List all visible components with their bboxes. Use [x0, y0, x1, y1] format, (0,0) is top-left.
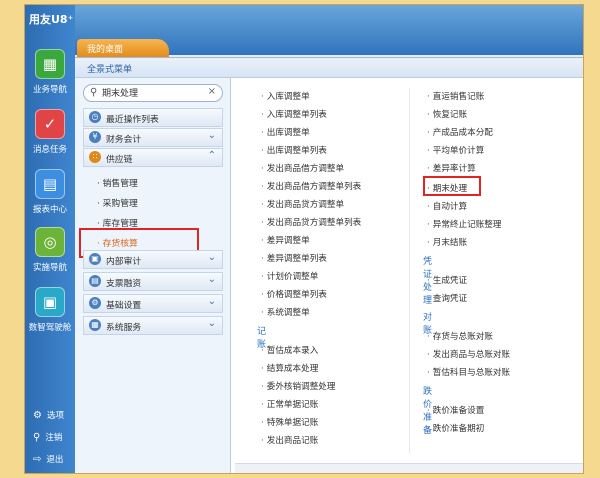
exit-link[interactable]: ⇨ 退出 [33, 453, 63, 465]
nav-label: 数智驾驶舱 [28, 323, 72, 333]
compass-icon: ◎ [35, 227, 65, 257]
network-icon: ∷ [89, 151, 101, 163]
content-pane: 全景式菜单 ⚲ × ◷ 最近操作列表 ¥ 财务会计 ⌄ ∷ 供应链 ⌃ · 销售… [75, 57, 583, 473]
menu-item[interactable]: 生成凭证 [427, 274, 467, 286]
tree-sales-management[interactable]: · 销售管理 [97, 176, 138, 189]
menu-item[interactable]: 价格调整单列表 [261, 288, 327, 300]
menu-item[interactable]: 存货与总账对账 [427, 330, 493, 342]
search-box[interactable]: ⚲ × [83, 84, 223, 102]
menu-item[interactable]: 发出商品记账 [261, 434, 319, 446]
report-icon: ▤ [35, 169, 65, 199]
tree-purchase-management[interactable]: · 采购管理 [97, 196, 138, 209]
menu-item[interactable]: 系统调整单 [261, 306, 310, 318]
options-link[interactable]: ⚙ 选项 [33, 409, 64, 421]
search-input[interactable] [102, 87, 202, 97]
tab-my-desktop[interactable]: 我的桌面 [77, 39, 169, 57]
menu-item[interactable]: 发出商品与总账对账 [427, 348, 510, 360]
menu-item[interactable]: 差异调整单 [261, 234, 310, 246]
tree-recent[interactable]: ◷ 最近操作列表 [83, 108, 223, 127]
menu-item[interactable]: 正常单据记账 [261, 398, 319, 410]
system-icon: ▦ [89, 319, 101, 331]
menu-item[interactable]: 计划价调整单 [261, 270, 319, 282]
key-icon: ⚲ [33, 432, 41, 443]
horizontal-scrollbar[interactable] [235, 463, 583, 473]
menu-item[interactable]: 结算成本处理 [261, 362, 319, 374]
nav-label: 消息任务 [32, 145, 67, 155]
menu-item[interactable]: 差异率计算 [427, 162, 476, 174]
column-divider [409, 88, 410, 453]
chevron-down-icon: ⌄ [207, 296, 216, 307]
tree-system-services[interactable]: ▦ 系统服务 ⌄ [83, 316, 223, 335]
app-window: 用友U8⁺ ▦ 业务导航 ✓ 消息任务 ▤ 报表中心 ◎ 实施导航 ▣ 数智驾驶… [24, 4, 584, 474]
menu-tree: ⚲ × ◷ 最近操作列表 ¥ 财务会计 ⌄ ∷ 供应链 ⌃ · 销售管理 · 采… [75, 78, 231, 473]
nav-reports[interactable]: ▤ 报表中心 [25, 169, 75, 215]
menu-item[interactable]: 产成品成本分配 [427, 126, 493, 138]
menu-header: 全景式菜单 [75, 58, 583, 78]
chevron-up-icon: ⌃ [207, 150, 216, 161]
audit-icon: ▣ [89, 253, 101, 265]
exit-icon: ⇨ [33, 454, 42, 465]
menu-item[interactable]: 直运销售记账 [427, 90, 485, 102]
cube-icon: ▣ [35, 287, 65, 317]
tree-finance[interactable]: ¥ 财务会计 ⌄ [83, 128, 223, 147]
menu-item[interactable]: 查询凭证 [427, 292, 467, 304]
menu-item[interactable]: 平均单价计算 [427, 144, 485, 156]
left-navigation: 用友U8⁺ ▦ 业务导航 ✓ 消息任务 ▤ 报表中心 ◎ 实施导航 ▣ 数智驾驶… [25, 5, 75, 473]
nav-label: 业务导航 [32, 85, 67, 95]
menu-item[interactable]: 发出商品贷方调整单 [261, 198, 344, 210]
tree-internal-audit[interactable]: ▣ 内部审计 ⌄ [83, 250, 223, 269]
menu-item[interactable]: 月末结账 [427, 236, 467, 248]
menu-item[interactable]: 暂估成本录入 [261, 344, 319, 356]
menu-item[interactable]: 恢复记账 [427, 108, 467, 120]
chart-icon: ▤ [89, 275, 101, 287]
highlight-box-period-end [423, 176, 481, 196]
menu-item[interactable]: 跌价准备期初 [427, 422, 485, 434]
app-logo: 用友U8⁺ [29, 13, 74, 26]
chevron-down-icon: ⌄ [207, 318, 216, 329]
search-icon: ⚲ [90, 87, 98, 98]
menu-item[interactable]: 出库调整单列表 [261, 144, 327, 156]
nav-business[interactable]: ▦ 业务导航 [25, 49, 75, 95]
menu-item[interactable]: 特殊单据记账 [261, 416, 319, 428]
menu-item[interactable]: 入库调整单 [261, 90, 310, 102]
nav-messages[interactable]: ✓ 消息任务 [25, 109, 75, 155]
tree-supply-chain[interactable]: ∷ 供应链 ⌃ [83, 148, 223, 167]
clear-icon[interactable]: × [208, 86, 216, 97]
menu-item[interactable]: 自动计算 [427, 200, 467, 212]
nav-implementation[interactable]: ◎ 实施导航 [25, 227, 75, 273]
menu-item[interactable]: 出库调整单 [261, 126, 310, 138]
gear-icon: ⚙ [89, 297, 101, 309]
menu-item[interactable]: 发出商品借方调整单 [261, 162, 344, 174]
org-chart-icon: ▦ [35, 49, 65, 79]
tree-finance-report[interactable]: ▤ 支票融资 ⌄ [83, 272, 223, 291]
menu-item[interactable]: 跌价准备设置 [427, 404, 485, 416]
nav-cockpit[interactable]: ▣ 数智驾驶舱 [25, 287, 75, 333]
menu-item[interactable]: 发出商品借方调整单列表 [261, 180, 362, 192]
menu-item[interactable]: 差异调整单列表 [261, 252, 327, 264]
chevron-down-icon: ⌄ [207, 130, 216, 141]
nav-label: 实施导航 [32, 263, 67, 273]
menu-item[interactable]: 异常终止记账整理 [427, 218, 502, 230]
chevron-down-icon: ⌄ [207, 274, 216, 285]
message-icon: ✓ [35, 109, 65, 139]
menu-item[interactable]: 暂估科目与总账对账 [427, 366, 510, 378]
menu-item[interactable]: 入库调整单列表 [261, 108, 327, 120]
logout-link[interactable]: ⚲ 注销 [33, 431, 62, 443]
yen-icon: ¥ [89, 131, 101, 143]
menu-item[interactable]: 发出商品贷方调整单列表 [261, 216, 362, 228]
chevron-down-icon: ⌄ [207, 252, 216, 263]
menu-item[interactable]: 委外核销调整处理 [261, 380, 336, 392]
tree-basic-settings[interactable]: ⚙ 基础设置 ⌄ [83, 294, 223, 313]
clock-icon: ◷ [89, 111, 101, 123]
nav-label: 报表中心 [32, 205, 67, 215]
gear-icon: ⚙ [33, 410, 42, 421]
